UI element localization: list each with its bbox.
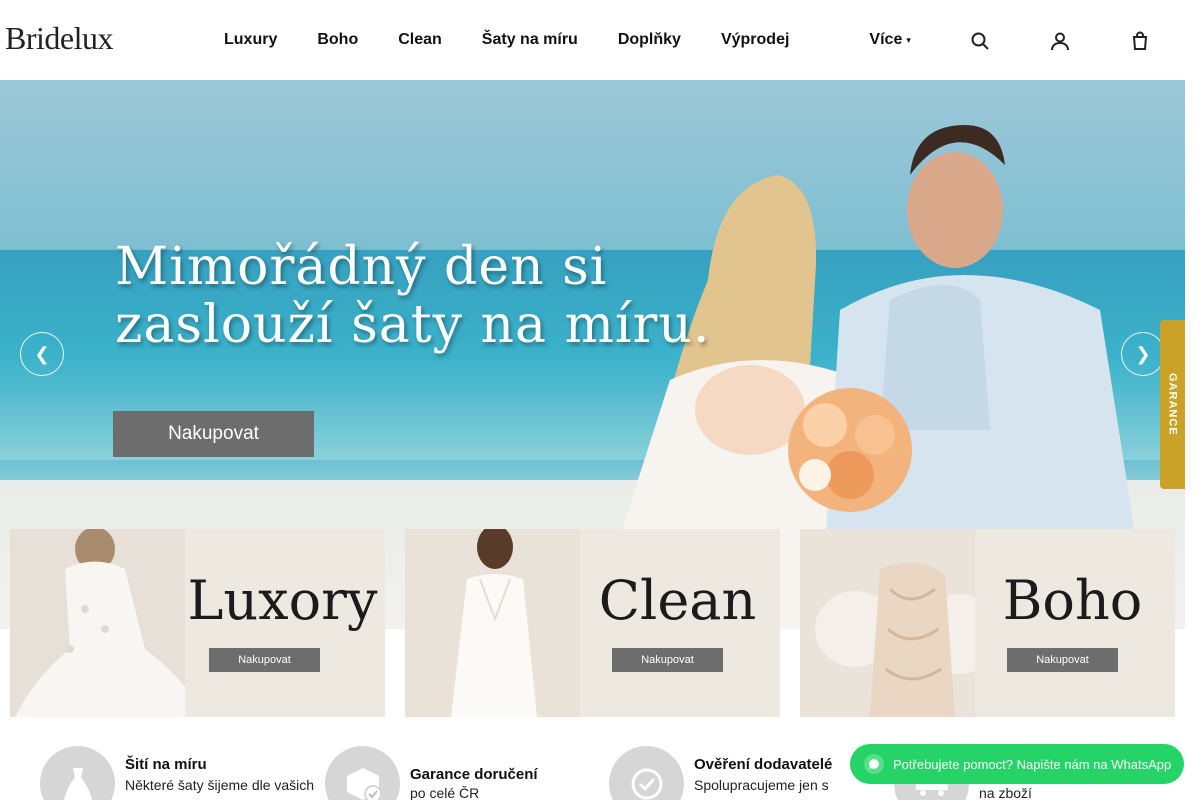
chevron-right-icon[interactable]: ❯ <box>1121 332 1165 376</box>
nav-custom-dresses[interactable]: Šaty na míru <box>462 31 598 49</box>
page: Bridelux Luxury Boho Clean Šaty na míru … <box>0 0 1200 800</box>
whatsapp-icon <box>864 754 884 774</box>
package-check-icon <box>325 746 400 800</box>
dress-photo <box>10 529 185 717</box>
header-icons <box>960 31 1160 51</box>
cart-icon[interactable] <box>1130 31 1150 51</box>
hero-title: Mimořádný den si zaslouží šaty na míru. <box>115 238 710 354</box>
feature-text: Spolupracujeme jen s <box>694 777 829 793</box>
feature-text: Některé šaty šijeme dle vašich <box>125 777 315 793</box>
hero-title-line-2: zaslouží šaty na míru. <box>115 295 711 355</box>
hero-shop-button[interactable]: Nakupovat <box>113 411 314 457</box>
guarantee-tab[interactable]: GARANCE <box>1160 320 1185 489</box>
feature-title: Šití na míru <box>125 756 207 773</box>
feature-title: Ověření dodavatelé <box>694 756 833 773</box>
dress-photo <box>800 529 975 717</box>
nav-boho[interactable]: Boho <box>297 31 378 49</box>
nav-more[interactable]: Více ▾ <box>849 31 930 49</box>
dress-photo <box>405 529 580 717</box>
category-name: Boho <box>1002 569 1143 632</box>
category-cards: Luxory Nakupovat Clean Nakupovat Boho Na… <box>10 529 1175 717</box>
category-shop-button[interactable]: Nakupovat <box>1007 648 1118 672</box>
nav-sale[interactable]: Výprodej <box>701 31 809 49</box>
chevron-left-icon[interactable]: ❮ <box>20 332 64 376</box>
nav-luxury[interactable]: Luxury <box>204 31 297 49</box>
whatsapp-label: Potřebujete pomoct? Napište nám na Whats… <box>893 756 1172 772</box>
category-card-clean[interactable]: Clean Nakupovat <box>405 529 780 717</box>
category-name: Clean <box>598 569 757 632</box>
feature-text: na zboží <box>979 785 1032 800</box>
dress-icon <box>40 746 115 800</box>
site-header: Bridelux Luxury Boho Clean Šaty na míru … <box>0 0 1185 80</box>
category-shop-button[interactable]: Nakupovat <box>612 648 723 672</box>
category-card-boho[interactable]: Boho Nakupovat <box>800 529 1175 717</box>
search-icon[interactable] <box>970 31 990 51</box>
logo[interactable]: Bridelux <box>5 20 113 57</box>
nav-accessories[interactable]: Doplňky <box>598 31 701 49</box>
whatsapp-chat-button[interactable]: Potřebujete pomoct? Napište nám na Whats… <box>850 744 1184 784</box>
category-shop-button[interactable]: Nakupovat <box>209 648 320 672</box>
guarantee-tab-label: GARANCE <box>1166 373 1179 436</box>
account-icon[interactable] <box>1050 31 1070 51</box>
category-card-luxury[interactable]: Luxory Nakupovat <box>10 529 385 717</box>
nav-more-label: Více <box>869 31 903 48</box>
chevron-down-icon: ▾ <box>906 34 911 45</box>
category-name: Luxory <box>187 569 378 632</box>
verified-badge-icon <box>609 746 684 800</box>
hero-title-line-1: Mimořádný den si <box>115 237 608 297</box>
main-nav: Luxury Boho Clean Šaty na míru Doplňky V… <box>204 0 931 80</box>
nav-clean[interactable]: Clean <box>378 31 462 49</box>
feature-title: Garance doručení <box>410 766 538 783</box>
feature-text: po celé ČR <box>410 785 480 800</box>
